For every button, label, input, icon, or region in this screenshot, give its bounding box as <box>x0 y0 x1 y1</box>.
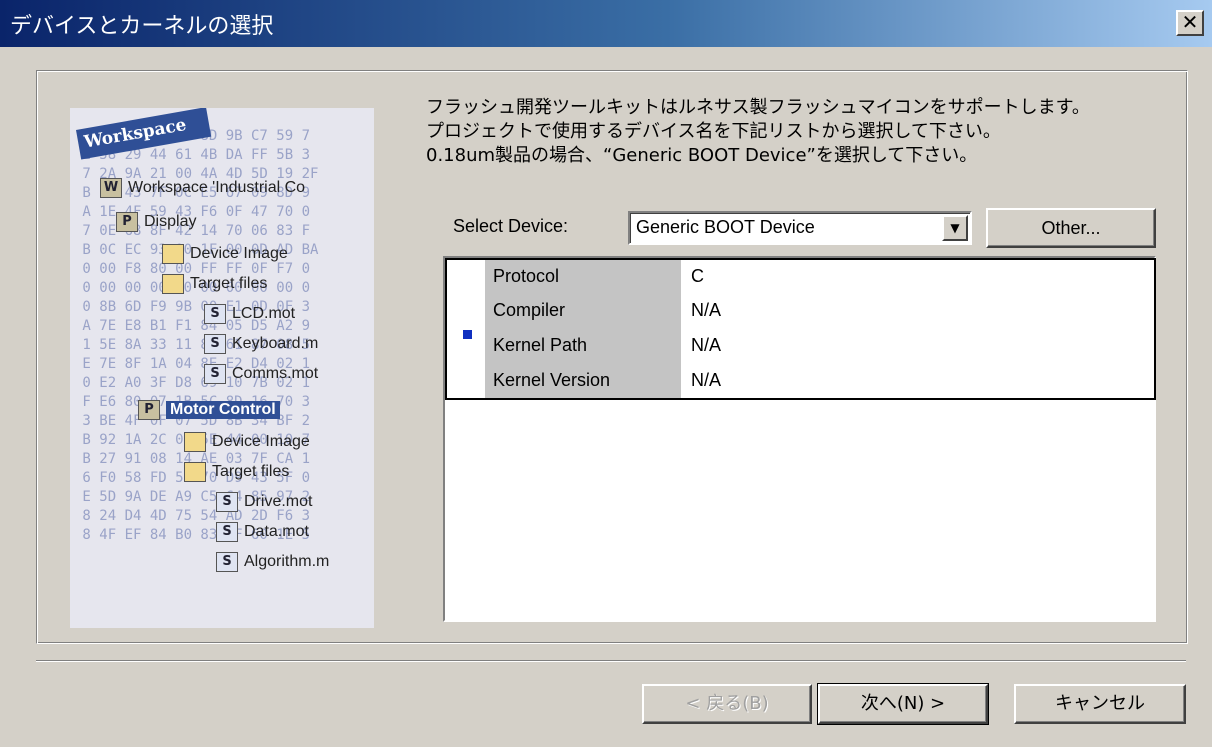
file-icon: S <box>216 492 238 512</box>
file-icon: S <box>204 364 226 384</box>
property-row: Protocol C <box>485 260 1156 292</box>
tree-node: Device Image <box>162 244 288 264</box>
other-button[interactable]: Other... <box>986 208 1156 248</box>
device-info-panel: Protocol C Compiler N/A Kernel Path N/A … <box>443 256 1156 622</box>
project-icon: P <box>138 400 160 420</box>
tree-node: S Keyboard.m <box>204 334 318 354</box>
properties-table: Protocol C Compiler N/A Kernel Path N/A … <box>445 258 1156 400</box>
property-key: Protocol <box>493 266 560 286</box>
property-value: C <box>691 266 704 286</box>
property-key: Compiler <box>493 300 566 320</box>
tree-node: P Display <box>116 212 196 232</box>
property-row: Kernel Path N/A <box>485 329 1156 361</box>
property-row: Compiler N/A <box>485 294 1156 326</box>
title-bar: デバイスとカーネルの選択 ✕ <box>0 0 1212 47</box>
cancel-button[interactable]: キャンセル <box>1014 684 1186 724</box>
back-button[interactable]: < 戻る(B) <box>642 684 812 724</box>
workspace-icon: W <box>100 178 122 198</box>
tree-node: S Comms.mot <box>204 364 318 384</box>
file-icon: S <box>216 522 238 542</box>
file-icon: S <box>204 334 226 354</box>
tree-node: S Algorithm.m <box>216 552 329 572</box>
select-device-label: Select Device: <box>453 216 569 236</box>
tree-node: Target files <box>162 274 267 294</box>
description-line: プロジェクトで使用するデバイス名を下記リストから選択して下さい。 <box>426 121 1001 142</box>
tree-node: S LCD.mot <box>204 304 295 324</box>
property-value: N/A <box>691 370 722 390</box>
description-line: フラッシュ開発ツールキットはルネサス製フラッシュマイコンをサポートします。 <box>426 97 1090 118</box>
file-icon: S <box>216 552 238 572</box>
description-line: 0.18um製品の場合、“Generic BOOT Device”を選択して下さ… <box>426 145 978 166</box>
next-button[interactable]: 次へ(N) > <box>817 683 989 725</box>
folder-icon <box>162 274 184 294</box>
folder-icon <box>184 432 206 452</box>
property-key: Kernel Version <box>493 370 611 390</box>
dropdown-arrow-icon[interactable]: ▼ <box>942 215 968 241</box>
button-separator <box>36 660 1186 662</box>
tree-node: W Workspace 'Industrial Co <box>100 178 305 198</box>
property-key: Kernel Path <box>493 335 588 355</box>
tree-node: Target files <box>184 462 289 482</box>
window-title: デバイスとカーネルの選択 <box>10 14 274 39</box>
project-icon: P <box>116 212 138 232</box>
file-icon: S <box>204 304 226 324</box>
device-select-value: Generic BOOT Device <box>636 217 815 237</box>
property-row: Kernel Version N/A <box>485 364 1156 396</box>
folder-icon <box>162 244 184 264</box>
property-value: N/A <box>691 300 722 320</box>
tree-node: Device Image <box>184 432 310 452</box>
device-select[interactable]: Generic BOOT Device ▼ <box>628 211 972 245</box>
folder-icon <box>184 462 206 482</box>
close-button[interactable]: ✕ <box>1176 10 1204 36</box>
description-text: フラッシュ開発ツールキットはルネサス製フラッシュマイコンをサポートします。 プロ… <box>426 96 1090 168</box>
tree-node: S Data.mot <box>216 522 309 542</box>
workspace-illustration: 0 2E 10 4B B3 8D 9B C7 59 7 1 58 29 44 6… <box>70 108 374 628</box>
selection-marker-icon <box>463 330 472 339</box>
tree-node: S Drive.mot <box>216 492 312 512</box>
tree-node: P Motor Control <box>138 400 280 420</box>
property-value: N/A <box>691 335 722 355</box>
close-icon: ✕ <box>1181 10 1199 34</box>
